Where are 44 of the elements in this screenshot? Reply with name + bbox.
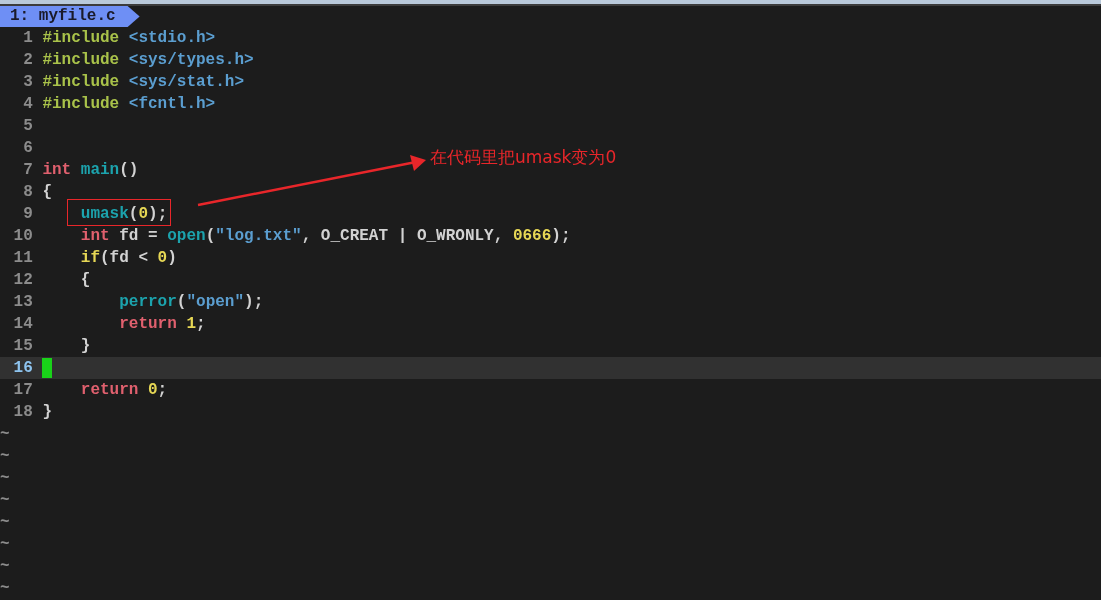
code-line: int fd = open("log.txt", O_CREAT | O_WRONLY, 0666); <box>79 226 571 247</box>
line-number: 9 <box>22 204 33 225</box>
empty-line-marker: ~ <box>0 446 10 467</box>
line-number: 18 <box>12 402 33 423</box>
empty-line-marker: ~ <box>0 578 10 599</box>
line-number: 14 <box>12 314 33 335</box>
line-number: 8 <box>22 182 33 203</box>
code-line: { <box>79 270 91 291</box>
code-line: { <box>42 182 52 203</box>
code-line: #include <sys/stat.h> <box>42 72 245 93</box>
code-line: return 1; <box>118 314 206 335</box>
line-number: 3 <box>22 72 33 93</box>
line-number: 13 <box>12 292 33 313</box>
code-line: #include <sys/types.h> <box>42 50 254 71</box>
line-number: 10 <box>12 226 33 247</box>
code-line: return 0; <box>79 380 168 401</box>
code-line: #include <fcntl.h> <box>42 94 216 115</box>
line-number: 1 <box>22 28 33 49</box>
line-number: 11 <box>12 248 33 269</box>
code-line: if(fd < 0) <box>79 248 177 269</box>
line-number: 6 <box>22 138 33 159</box>
empty-line-marker: ~ <box>0 534 10 555</box>
empty-line-marker: ~ <box>0 556 10 577</box>
code-line: umask(0); <box>79 204 168 225</box>
empty-line-marker: ~ <box>0 468 10 489</box>
line-number: 5 <box>22 116 33 137</box>
code-line: } <box>42 402 52 423</box>
line-number: 2 <box>22 50 33 71</box>
empty-line-marker: ~ <box>0 424 10 445</box>
line-number: 12 <box>12 270 33 291</box>
line-number: 15 <box>12 336 33 357</box>
buffer-tab[interactable]: 1: myfile.c <box>0 6 140 27</box>
empty-line-marker: ~ <box>0 490 10 511</box>
line-number: 4 <box>22 94 33 115</box>
line-number: 17 <box>12 380 33 401</box>
code-line: } <box>79 336 91 357</box>
code-line: int main() <box>42 160 139 181</box>
code-line: perror("open"); <box>118 292 264 313</box>
line-number: 7 <box>22 160 33 181</box>
empty-line-marker: ~ <box>0 512 10 533</box>
annotation-text: 在代码里把umask变为0 <box>430 146 617 169</box>
code-line: #include <stdio.h> <box>42 28 216 49</box>
cursor <box>42 358 53 378</box>
line-number: 16 <box>12 358 33 379</box>
